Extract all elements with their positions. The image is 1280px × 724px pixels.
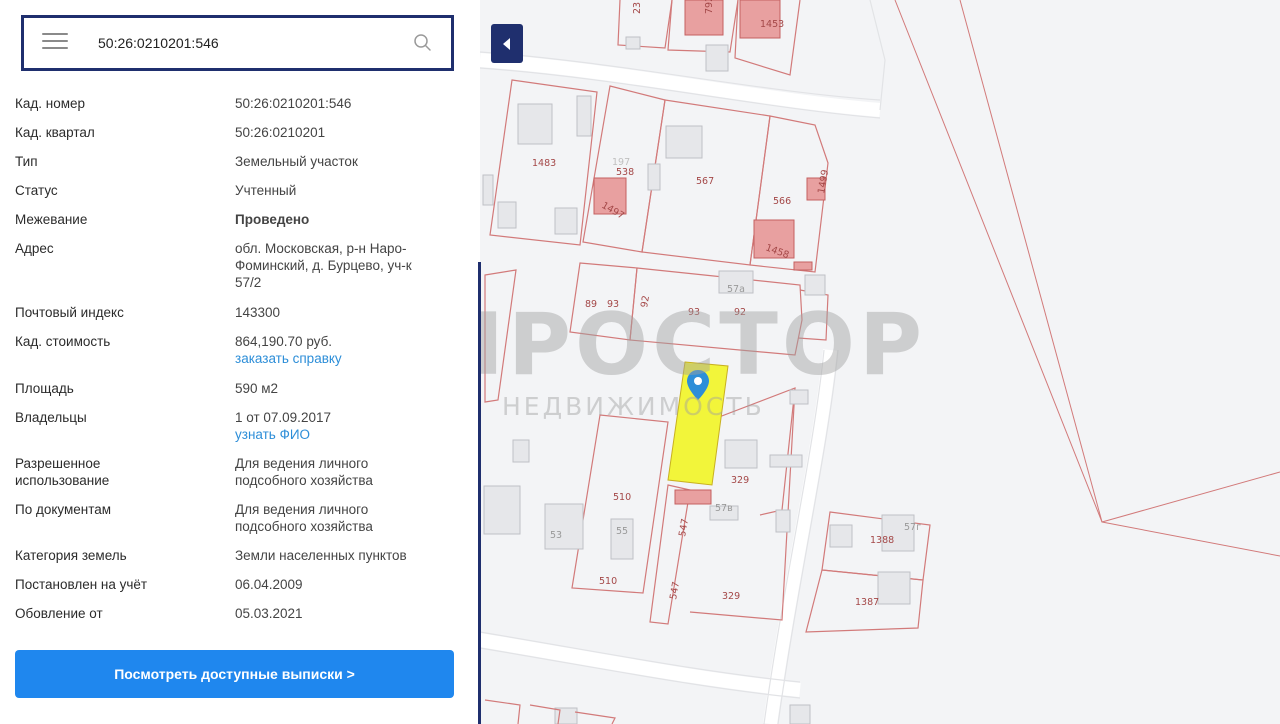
field-value: 06.04.2009 bbox=[235, 577, 303, 592]
field-value: 143300 bbox=[235, 305, 281, 320]
field-label: Тип bbox=[15, 154, 38, 169]
svg-text:792: 792 bbox=[704, 0, 715, 14]
value-line: Для ведения личного bbox=[235, 456, 369, 471]
svg-text:1483: 1483 bbox=[532, 158, 556, 169]
search-icon[interactable] bbox=[413, 33, 433, 53]
svg-text:510: 510 bbox=[613, 492, 631, 503]
svg-text:547: 547 bbox=[677, 518, 691, 538]
svg-text:92: 92 bbox=[734, 307, 746, 318]
field-label: Разрешенное использование bbox=[15, 455, 230, 489]
svg-text:547: 547 bbox=[668, 581, 682, 601]
svg-text:93: 93 bbox=[688, 307, 700, 318]
field-label: Кад. квартал bbox=[15, 125, 95, 140]
address-line: обл. Московская, р-н Наро- bbox=[235, 241, 407, 256]
field-label: Владельцы bbox=[15, 410, 87, 425]
panel-scrollbar[interactable] bbox=[478, 262, 481, 724]
label-line: Разрешенное bbox=[15, 456, 101, 471]
svg-text:566: 566 bbox=[773, 196, 791, 207]
svg-text:57г: 57г bbox=[904, 522, 921, 533]
field-label: Адрес bbox=[15, 241, 54, 256]
svg-text:1387: 1387 bbox=[855, 597, 879, 608]
label-line: использование bbox=[15, 473, 110, 488]
svg-text:53: 53 bbox=[550, 530, 562, 541]
field-value: Для ведения личного подсобного хозяйства bbox=[235, 455, 435, 489]
svg-text:329: 329 bbox=[731, 475, 749, 486]
value-line: подсобного хозяйства bbox=[235, 473, 373, 488]
svg-text:1453: 1453 bbox=[760, 19, 784, 30]
field-value: обл. Московская, р-н Наро- Фоминский, д.… bbox=[235, 240, 435, 291]
svg-text:89: 89 bbox=[585, 299, 597, 310]
field-value: 50:26:0210201:546 bbox=[235, 96, 352, 111]
value-line: подсобного хозяйства bbox=[235, 519, 373, 534]
field-value: Для ведения личного подсобного хозяйства bbox=[235, 501, 435, 535]
info-panel: Кад. номер 50:26:0210201:546 Кад. кварта… bbox=[0, 0, 480, 724]
owners-count: 1 от 07.09.2017 bbox=[235, 410, 331, 425]
value-line: Для ведения личного bbox=[235, 502, 369, 517]
field-label: Межевание bbox=[15, 212, 88, 227]
field-label: Обовление от bbox=[15, 606, 103, 621]
svg-text:92: 92 bbox=[639, 295, 652, 309]
survey-status-badge: Проведено bbox=[235, 212, 310, 227]
field-value: 590 м2 bbox=[235, 381, 279, 396]
svg-text:1388: 1388 bbox=[870, 535, 894, 546]
address-line: Фоминский, д. Бурцево, уч-к bbox=[235, 258, 412, 273]
cadastral-block-link[interactable]: 50:26:0210201 bbox=[235, 124, 435, 141]
field-value: Учтенный bbox=[235, 183, 297, 198]
find-owner-name-link[interactable]: узнать ФИО bbox=[235, 426, 435, 443]
svg-text:567: 567 bbox=[696, 176, 714, 187]
svg-text:55: 55 bbox=[616, 526, 628, 537]
field-label: Постановлен на учёт bbox=[15, 577, 148, 592]
search-bar bbox=[21, 15, 454, 71]
view-available-extracts-button[interactable]: Посмотреть доступные выписки > bbox=[15, 650, 454, 698]
field-value: 864,190.70 руб. заказать справку bbox=[235, 333, 435, 367]
svg-text:1499: 1499 bbox=[816, 169, 831, 195]
field-label: Кад. стоимость bbox=[15, 334, 111, 349]
field-value: 1 от 07.09.2017 узнать ФИО bbox=[235, 409, 435, 443]
field-label: По документам bbox=[15, 502, 112, 517]
field-value: Земельный участок bbox=[235, 154, 358, 169]
field-label: Почтовый индекс bbox=[15, 305, 124, 320]
field-label: Статус bbox=[15, 183, 58, 198]
field-value: 05.03.2021 bbox=[235, 606, 303, 621]
svg-text:57в: 57в bbox=[715, 503, 733, 514]
field-label: Категория земель bbox=[15, 548, 127, 563]
svg-text:23: 23 bbox=[632, 2, 643, 14]
cadastral-value-amount: 864,190.70 руб. bbox=[235, 334, 333, 349]
field-value: Земли населенных пунктов bbox=[235, 548, 407, 563]
menu-icon[interactable] bbox=[42, 33, 68, 53]
order-certificate-link[interactable]: заказать справку bbox=[235, 350, 435, 367]
svg-text:538: 538 bbox=[616, 167, 634, 178]
field-label: Кад. номер bbox=[15, 96, 86, 111]
collapse-panel-button[interactable] bbox=[491, 24, 523, 63]
svg-text:510: 510 bbox=[599, 576, 617, 587]
address-line: 57/2 bbox=[235, 275, 262, 290]
chevron-left-icon bbox=[503, 38, 510, 50]
svg-text:197: 197 bbox=[612, 157, 630, 168]
svg-text:329: 329 bbox=[722, 591, 740, 602]
field-label: Площадь bbox=[15, 381, 74, 396]
search-input[interactable] bbox=[98, 28, 398, 58]
svg-text:57а: 57а bbox=[727, 284, 745, 295]
svg-text:93: 93 bbox=[607, 299, 619, 310]
